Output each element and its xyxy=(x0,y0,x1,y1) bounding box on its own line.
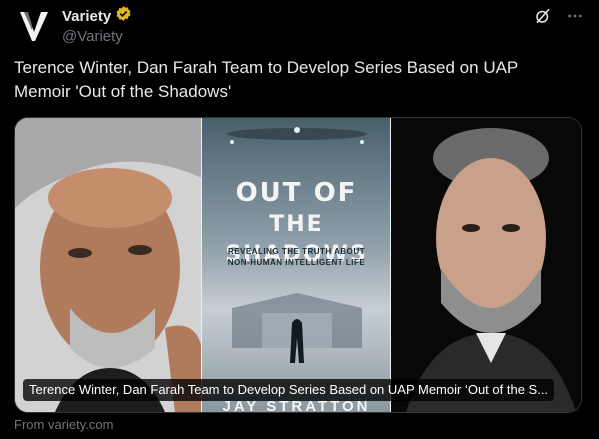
author-handle[interactable]: @Variety xyxy=(62,28,132,45)
more-options-icon[interactable] xyxy=(565,6,585,26)
author-photo-right xyxy=(391,118,581,412)
avatar[interactable] xyxy=(14,6,54,46)
book-title-line1: OUT OF xyxy=(235,178,358,208)
author-photo-left xyxy=(15,118,202,412)
post-text: Terence Winter, Dan Farah Team to Develo… xyxy=(14,58,518,101)
author-name[interactable]: Variety xyxy=(62,8,111,25)
link-card[interactable]: OUT OF THE SHADOWS REVEALING THE TRUTH A… xyxy=(14,117,582,413)
post-header: Variety @Variety xyxy=(14,6,585,46)
card-caption[interactable]: Terence Winter, Dan Farah Team to Develo… xyxy=(23,379,555,401)
variety-v-logo xyxy=(14,6,54,46)
book-subtitle-line2: NON-HUMAN INTELLIGENT LIFE xyxy=(227,258,366,267)
book-cover: OUT OF THE SHADOWS REVEALING THE TRUTH A… xyxy=(202,118,391,412)
verified-badge-icon xyxy=(115,5,132,27)
book-subtitle-line1: REVEALING THE TRUTH ABOUT xyxy=(227,247,366,256)
grok-icon[interactable] xyxy=(533,6,553,26)
card-source[interactable]: From variety.com xyxy=(14,417,113,432)
